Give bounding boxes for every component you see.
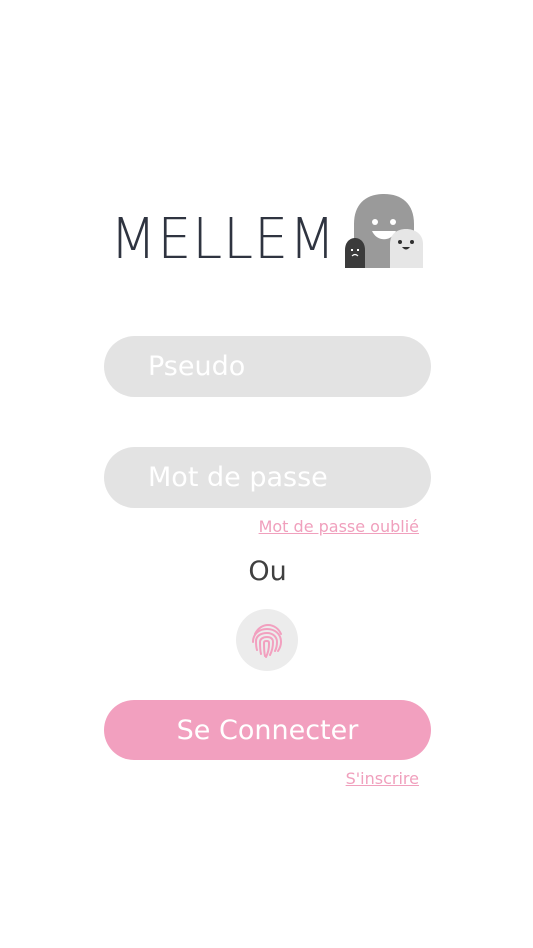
login-button[interactable]: Se Connecter [104, 700, 431, 760]
signup-link[interactable]: S'inscrire [346, 769, 419, 788]
login-button-label: Se Connecter [176, 714, 359, 746]
password-input[interactable]: Mot de passe [104, 447, 431, 508]
mascots-logo-icon [345, 194, 423, 268]
app-logo: MELLEM [110, 192, 346, 272]
fingerprint-login-button[interactable] [236, 609, 298, 671]
fingerprint-icon [252, 623, 282, 658]
username-placeholder: Pseudo [148, 351, 246, 382]
app-logo-text: MELLEM [110, 207, 337, 272]
forgot-password-link[interactable]: Mot de passe oublié [259, 517, 419, 536]
or-separator: Ou [248, 556, 287, 587]
password-placeholder: Mot de passe [148, 462, 328, 493]
username-input[interactable]: Pseudo [104, 336, 431, 397]
